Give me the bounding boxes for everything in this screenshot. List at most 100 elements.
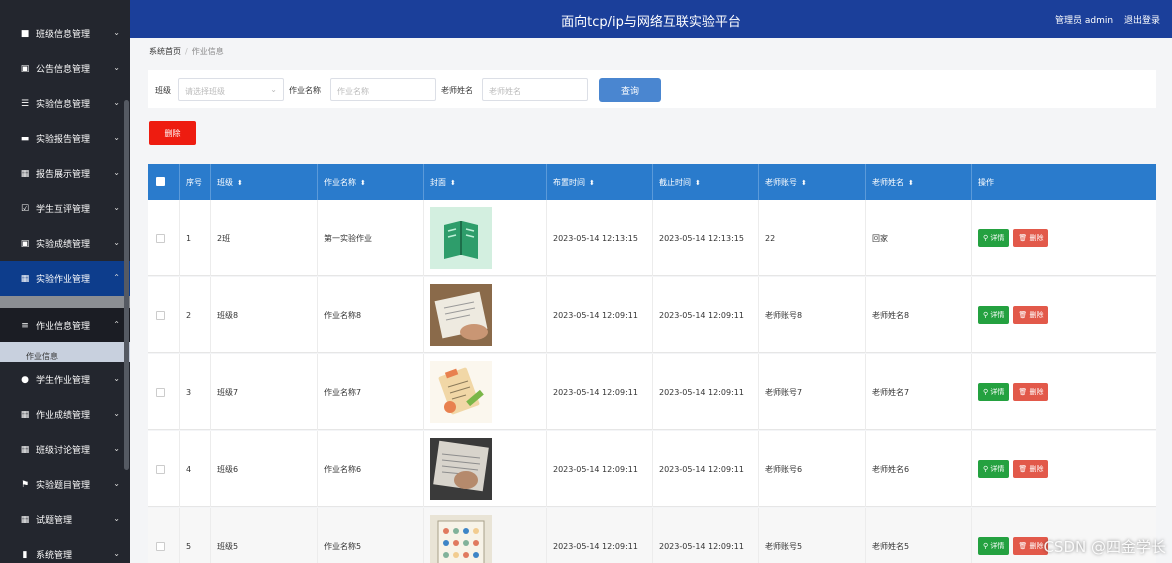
select-all-cell — [148, 164, 179, 200]
sidebar-item-experiment-report[interactable]: ▬ 实验报告管理 ⌄ — [0, 121, 130, 156]
cell-no: 4 — [179, 431, 210, 507]
delete-button[interactable]: 🗑 删除 — [1013, 383, 1049, 401]
th-cover[interactable]: 封面 ⬍ — [423, 164, 546, 200]
chevron-down-icon: ⌄ — [113, 27, 120, 37]
trash-icon: 🗑 — [1018, 311, 1030, 319]
user-label: 管理员 admin — [1055, 16, 1114, 26]
sidebar-item-homework-info[interactable]: ≡ 作业信息管理 ⌃ — [0, 308, 130, 343]
cell-account: 老师账号8 — [758, 277, 865, 353]
sidebar-item-label: 公告信息管理 — [36, 65, 91, 75]
sidebar-item-class-info[interactable]: ■ 班级信息管理 ⌄ — [0, 16, 130, 51]
cover-image — [430, 207, 492, 269]
breadcrumb-current: 作业信息 — [191, 47, 224, 56]
sidebar-item-question-bank[interactable]: ▦ 试题管理 ⌄ — [0, 502, 130, 537]
cell-cover — [423, 354, 546, 430]
cell-name: 作业名称7 — [317, 354, 423, 430]
th-teacher[interactable]: 老师姓名 ⬍ — [865, 164, 971, 200]
sidebar-subitem-homework-info[interactable]: 作业信息 — [0, 342, 130, 362]
detail-label: 详情 — [990, 234, 1005, 242]
delete-button[interactable]: 🗑 删除 — [1013, 306, 1049, 324]
sidebar-item-student-homework[interactable]: ● 学生作业管理 ⌄ — [0, 362, 130, 397]
sidebar-item-report-display[interactable]: ▦ 报告展示管理 ⌄ — [0, 156, 130, 191]
chevron-down-icon: ⌄ — [113, 132, 120, 142]
th-label: 作业名称 — [324, 178, 356, 187]
cell-actions: ⚲ 详情 🗑 删除 — [971, 354, 1156, 430]
search-icon: ⚲ — [983, 542, 991, 550]
th-account[interactable]: 老师账号 ⬍ — [758, 164, 865, 200]
cell-class: 2班 — [210, 200, 317, 276]
breadcrumb: 系统首页 / 作业信息 — [149, 46, 224, 57]
chevron-down-icon: ⌄ — [113, 97, 120, 107]
briefcase-icon: ■ — [20, 28, 30, 39]
sidebar-item-experiment-score[interactable]: ▣ 实验成绩管理 ⌄ — [0, 226, 130, 261]
cover-image — [430, 438, 492, 500]
table-header: 序号 班级 ⬍ 作业名称 ⬍ 封面 ⬍ 布置时间 ⬍ 截止时间 ⬍ 老师账号 ⬍ 老师姓名 ⬍… — [148, 164, 1156, 200]
select-all-checkbox[interactable] — [156, 177, 165, 186]
name-input[interactable]: 作业名称 — [330, 78, 436, 101]
sidebar-item-experiment-homework[interactable]: ▦ 实验作业管理 ⌃ — [0, 261, 130, 296]
detail-label: 详情 — [990, 311, 1005, 319]
th-name[interactable]: 作业名称 ⬍ — [317, 164, 423, 200]
delete-label: 删除 — [1029, 388, 1044, 396]
breadcrumb-home[interactable]: 系统首页 — [149, 47, 181, 56]
detail-button[interactable]: ⚲ 详情 — [978, 383, 1010, 401]
th-label: 班级 — [217, 178, 233, 187]
cell-deadline: 2023-05-14 12:13:15 — [652, 200, 758, 276]
row-checkbox-cell — [148, 431, 179, 507]
sidebar-item-experiment-info[interactable]: ☰ 实验信息管理 ⌄ — [0, 86, 130, 121]
cell-no: 3 — [179, 354, 210, 430]
app-title: 面向tcp/ip与网络互联实验平台 — [561, 15, 741, 30]
cell-teacher: 老师姓名7 — [865, 354, 971, 430]
sidebar-item-notice-info[interactable]: ▣ 公告信息管理 ⌄ — [0, 51, 130, 86]
detail-button[interactable]: ⚲ 详情 — [978, 229, 1010, 247]
sidebar-scrollbar[interactable] — [124, 100, 129, 470]
class-select[interactable]: 请选择班级 ⌄ — [178, 78, 284, 101]
chevron-down-icon: ⌄ — [113, 237, 120, 247]
sidebar-item-label: 班级信息管理 — [36, 30, 91, 40]
detail-button[interactable]: ⚲ 详情 — [978, 537, 1010, 555]
th-deadline[interactable]: 截止时间 ⬍ — [652, 164, 758, 200]
row-checkbox[interactable] — [156, 464, 165, 474]
row-checkbox[interactable] — [156, 387, 165, 397]
cover-image — [430, 284, 492, 346]
clipboard-icon: ▣ — [20, 63, 30, 74]
query-button[interactable]: 查询 — [599, 78, 661, 102]
logout-link[interactable]: 退出登录 — [1124, 16, 1160, 26]
row-checkbox[interactable] — [156, 233, 165, 243]
detail-button[interactable]: ⚲ 详情 — [978, 306, 1010, 324]
th-class[interactable]: 班级 ⬍ — [210, 164, 317, 200]
sidebar-item-peer-review[interactable]: ☑ 学生互评管理 ⌄ — [0, 191, 130, 226]
cell-name: 第一实验作业 — [317, 200, 423, 276]
teacher-label: 老师姓名 — [441, 86, 473, 95]
sidebar-item-class-discussion[interactable]: ▦ 班级讨论管理 ⌄ — [0, 432, 130, 467]
cell-class: 班级5 — [210, 508, 317, 563]
sort-icon: ⬍ — [695, 179, 701, 187]
table-row: 2 班级8 作业名称8 2023-05-14 12:09:11 2023-05-… — [148, 277, 1156, 353]
delete-button[interactable]: 🗑 删除 — [1013, 460, 1049, 478]
row-checkbox[interactable] — [156, 310, 165, 320]
th-label: 老师账号 — [765, 178, 797, 187]
search-icon: ⚲ — [983, 465, 991, 473]
th-publish[interactable]: 布置时间 ⬍ — [546, 164, 652, 200]
chevron-down-icon: ⌄ — [113, 167, 120, 177]
detail-button[interactable]: ⚲ 详情 — [978, 460, 1010, 478]
trash-icon: 🗑 — [1018, 465, 1030, 473]
sidebar-divider — [0, 296, 130, 308]
batch-delete-button[interactable]: 删除 — [149, 121, 196, 145]
cell-teacher: 老师姓名6 — [865, 431, 971, 507]
table-row: 5 班级5 作业名称5 2023-05-14 12:09:11 2023-05-… — [148, 508, 1156, 563]
row-checkbox[interactable] — [156, 541, 165, 551]
monitor-icon: ▬ — [20, 133, 30, 144]
search-bar: 班级 请选择班级 ⌄ 作业名称 作业名称 老师姓名 老师姓名 查询 — [148, 70, 1156, 108]
sidebar-item-experiment-topic[interactable]: ⚑ 实验题目管理 ⌄ — [0, 467, 130, 502]
delete-label: 删除 — [1029, 542, 1044, 550]
cell-class: 班级8 — [210, 277, 317, 353]
sidebar-item-label: 学生作业管理 — [36, 376, 91, 386]
sidebar-item-homework-score[interactable]: ▦ 作业成绩管理 ⌄ — [0, 397, 130, 432]
th-no: 序号 — [179, 164, 210, 200]
cell-publish: 2023-05-14 12:09:11 — [546, 354, 652, 430]
teacher-input[interactable]: 老师姓名 — [482, 78, 588, 101]
sidebar-item-system[interactable]: ▮ 系统管理 ⌄ — [0, 537, 130, 563]
cell-cover — [423, 277, 546, 353]
delete-button[interactable]: 🗑 删除 — [1013, 229, 1049, 247]
